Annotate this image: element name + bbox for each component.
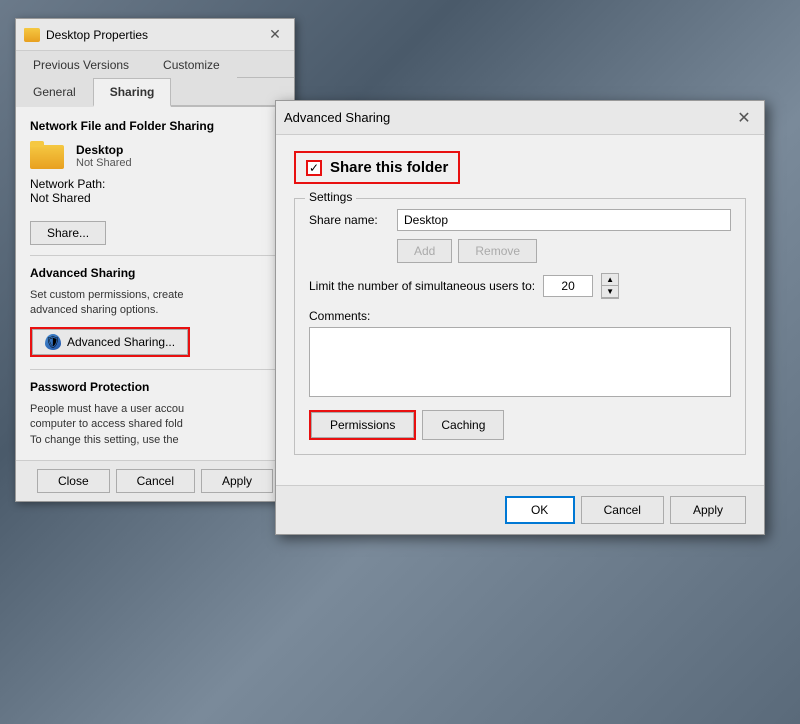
perms-caching-row: Permissions Caching	[309, 410, 731, 440]
main-dialog-title: Desktop Properties	[46, 28, 148, 42]
share-name-input[interactable]	[397, 209, 731, 231]
share-folder-label: Share this folder	[330, 159, 448, 176]
adv-cancel-button[interactable]: Cancel	[581, 496, 664, 524]
adv-apply-button[interactable]: Apply	[670, 496, 746, 524]
advanced-sharing-section: Advanced Sharing Set custom permissions,…	[30, 266, 280, 357]
comments-section: Comments:	[309, 309, 731, 400]
main-dialog-footer: Close Cancel Apply	[16, 460, 294, 501]
shield-icon	[45, 334, 61, 350]
divider-2	[30, 369, 280, 370]
advanced-btn-red-outline: Advanced Sharing...	[30, 327, 190, 357]
folder-row: Desktop Not Shared	[30, 141, 280, 171]
divider-1	[30, 255, 280, 256]
folder-icon	[24, 28, 40, 42]
remove-button[interactable]: Remove	[458, 239, 537, 263]
add-button[interactable]: Add	[397, 239, 452, 263]
bottom-tab-bar: General Sharing	[16, 78, 294, 107]
comments-label: Comments:	[309, 309, 731, 323]
tab-customize[interactable]: Customize	[146, 51, 237, 78]
network-path-value: Not Shared	[30, 191, 280, 205]
caching-button[interactable]: Caching	[422, 410, 504, 440]
network-path-label: Network Path:	[30, 177, 280, 191]
main-titlebar: Desktop Properties ✕	[16, 19, 294, 51]
password-section: Password Protection People must have a u…	[30, 380, 280, 448]
tab-previous-versions[interactable]: Previous Versions	[16, 51, 146, 78]
comments-input[interactable]	[309, 327, 731, 397]
adv-dialog-title: Advanced Sharing	[284, 110, 390, 125]
settings-legend: Settings	[305, 190, 356, 204]
tab-sharing[interactable]: Sharing	[93, 78, 172, 107]
spinner: ▲ ▼	[601, 273, 619, 299]
advanced-sharing-dialog: Advanced Sharing ✕ ✓ Share this folder S…	[275, 100, 765, 535]
share-name-label: Share name:	[309, 213, 389, 227]
advanced-description: Set custom permissions, createadvanced s…	[30, 288, 280, 319]
advanced-section-heading: Advanced Sharing	[30, 266, 280, 280]
folder-info: Desktop Not Shared	[76, 143, 132, 169]
apply-button[interactable]: Apply	[201, 469, 273, 493]
adv-titlebar: Advanced Sharing ✕	[276, 101, 764, 135]
network-path-section: Network Path: Not Shared	[30, 177, 280, 205]
top-tab-bar: Previous Versions Customize	[16, 51, 294, 78]
share-checkbox-outline: ✓ Share this folder	[294, 151, 460, 184]
close-button[interactable]: Close	[37, 469, 110, 493]
share-checkbox-container: ✓ Share this folder	[294, 151, 746, 184]
main-dialog-content: Network File and Folder Sharing Desktop …	[16, 107, 294, 460]
add-remove-row: Add Remove	[309, 239, 731, 263]
share-name-row: Share name:	[309, 209, 731, 231]
password-heading: Password Protection	[30, 380, 280, 394]
desktop-properties-dialog: Desktop Properties ✕ Previous Versions C…	[15, 18, 295, 502]
spinner-down[interactable]: ▼	[602, 286, 618, 298]
adv-dialog-footer: OK Cancel Apply	[276, 485, 764, 534]
password-description: People must have a user accoucomputer to…	[30, 402, 280, 448]
main-close-button[interactable]: ✕	[264, 24, 286, 46]
adv-dialog-content: ✓ Share this folder Settings Share name:…	[276, 135, 764, 485]
advanced-sharing-button[interactable]: Advanced Sharing...	[32, 329, 188, 355]
folder-name-text: Desktop	[76, 143, 132, 157]
network-section-heading: Network File and Folder Sharing	[30, 119, 280, 133]
large-folder-icon	[30, 141, 66, 171]
share-button[interactable]: Share...	[30, 221, 106, 245]
cancel-button[interactable]: Cancel	[116, 469, 195, 493]
folder-status-text: Not Shared	[76, 157, 132, 169]
spinner-up[interactable]: ▲	[602, 274, 618, 286]
adv-ok-button[interactable]: OK	[505, 496, 575, 524]
permissions-btn-outline: Permissions	[309, 410, 416, 440]
settings-group: Settings Share name: Add Remove Limit th…	[294, 198, 746, 455]
share-checkbox[interactable]: ✓	[306, 160, 322, 176]
permissions-button[interactable]: Permissions	[311, 412, 414, 438]
advanced-sharing-btn-label: Advanced Sharing...	[67, 335, 175, 349]
tab-general[interactable]: General	[16, 78, 93, 107]
limit-row: Limit the number of simultaneous users t…	[309, 273, 731, 299]
limit-input[interactable]	[543, 275, 593, 297]
title-left: Desktop Properties	[24, 28, 148, 42]
limit-label: Limit the number of simultaneous users t…	[309, 279, 535, 293]
adv-close-button[interactable]: ✕	[732, 106, 756, 130]
